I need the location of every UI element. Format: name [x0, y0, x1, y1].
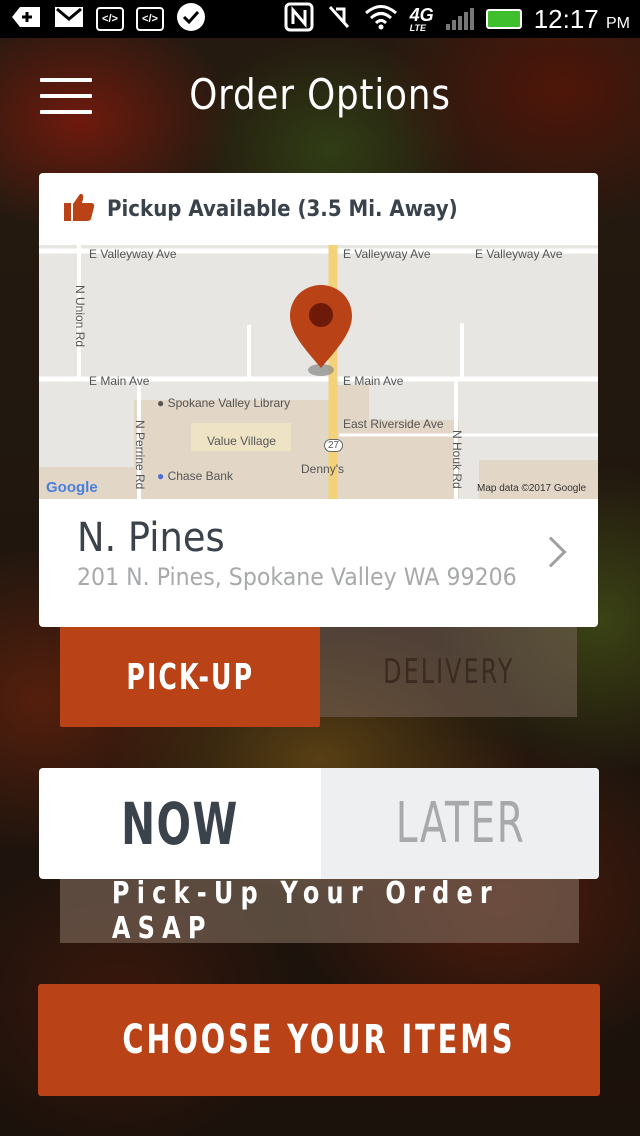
- timing-note: Pick-Up Your Order ASAP: [60, 876, 579, 946]
- header: Order Options: [0, 38, 640, 158]
- fulfillment-toggle: DELIVERY PICK-UP: [60, 627, 577, 727]
- store-map[interactable]: E Valleyway Ave E Valleyway Ave E Valley…: [39, 245, 598, 499]
- map-street-label: E Main Ave: [89, 374, 150, 388]
- code-icon-2: </>: [136, 7, 164, 31]
- store-address: 201 N. Pines, Spokane Valley WA 99206: [77, 563, 517, 591]
- map-place-value-village: Value Village: [207, 434, 276, 448]
- map-street-label: E Valleyway Ave: [475, 247, 563, 261]
- timing-note-label: Pick-Up Your Order ASAP: [111, 876, 499, 946]
- map-street-label: N Houk Rd: [450, 430, 464, 489]
- map-street-label: East Riverside Ave: [343, 417, 444, 431]
- choose-items-label: CHOOSE YOUR ITEMS: [122, 1017, 516, 1063]
- code-icon: </>: [96, 7, 124, 31]
- choose-items-button[interactable]: CHOOSE YOUR ITEMS: [38, 984, 600, 1096]
- google-logo: Google: [46, 479, 98, 496]
- status-bar: </> </> 4G LTE 12:17 PM: [0, 0, 640, 38]
- map-street-label: E Valleyway Ave: [89, 247, 177, 261]
- timing-toggle: NOW LATER: [39, 768, 599, 879]
- later-label: LATER: [395, 791, 525, 856]
- network-type-icon: 4G LTE: [409, 4, 434, 33]
- clock: 12:17 PM: [533, 3, 630, 34]
- map-place-restaurant: Denny's: [301, 462, 344, 476]
- availability-row: Pickup Available (3.5 Mi. Away): [39, 173, 598, 245]
- now-label: NOW: [121, 789, 239, 858]
- now-option[interactable]: NOW: [39, 768, 321, 879]
- map-attribution: Map data ©2017 Google: [477, 483, 587, 494]
- battery-icon: [485, 9, 522, 29]
- availability-label: Pickup Available (3.5 Mi. Away): [107, 196, 458, 222]
- route-badge: 27: [324, 439, 344, 452]
- location-card: Pickup Available (3.5 Mi. Away) E Valley…: [39, 173, 598, 627]
- mute-icon: [326, 3, 352, 36]
- signal-icon: [445, 8, 474, 30]
- delivery-option[interactable]: DELIVERY: [320, 627, 577, 717]
- map-street-label: N Perrine Rd: [133, 420, 147, 490]
- store-info[interactable]: N. Pines 201 N. Pines, Spokane Valley WA…: [39, 499, 598, 627]
- add-notification-icon: [10, 5, 42, 34]
- map-place-bank: ● Chase Bank: [157, 469, 233, 483]
- pickup-label: PICK-UP: [126, 656, 254, 698]
- wifi-icon: [364, 4, 398, 35]
- pickup-option[interactable]: PICK-UP: [60, 627, 320, 727]
- map-street-label: E Valleyway Ave: [343, 247, 431, 261]
- map-place-library: ● Spokane Valley Library: [157, 396, 291, 410]
- store-name: N. Pines: [77, 515, 225, 561]
- page-title: Order Options: [189, 70, 451, 119]
- thumbs-up-icon: [63, 192, 95, 227]
- check-badge-icon: [176, 2, 206, 37]
- map-street-label: N Union Rd: [73, 285, 87, 348]
- nfc-icon: [284, 2, 314, 37]
- delivery-label: DELIVERY: [382, 652, 515, 692]
- mail-icon: [54, 6, 84, 33]
- map-street-label: E Main Ave: [343, 374, 404, 388]
- later-option[interactable]: LATER: [321, 768, 599, 879]
